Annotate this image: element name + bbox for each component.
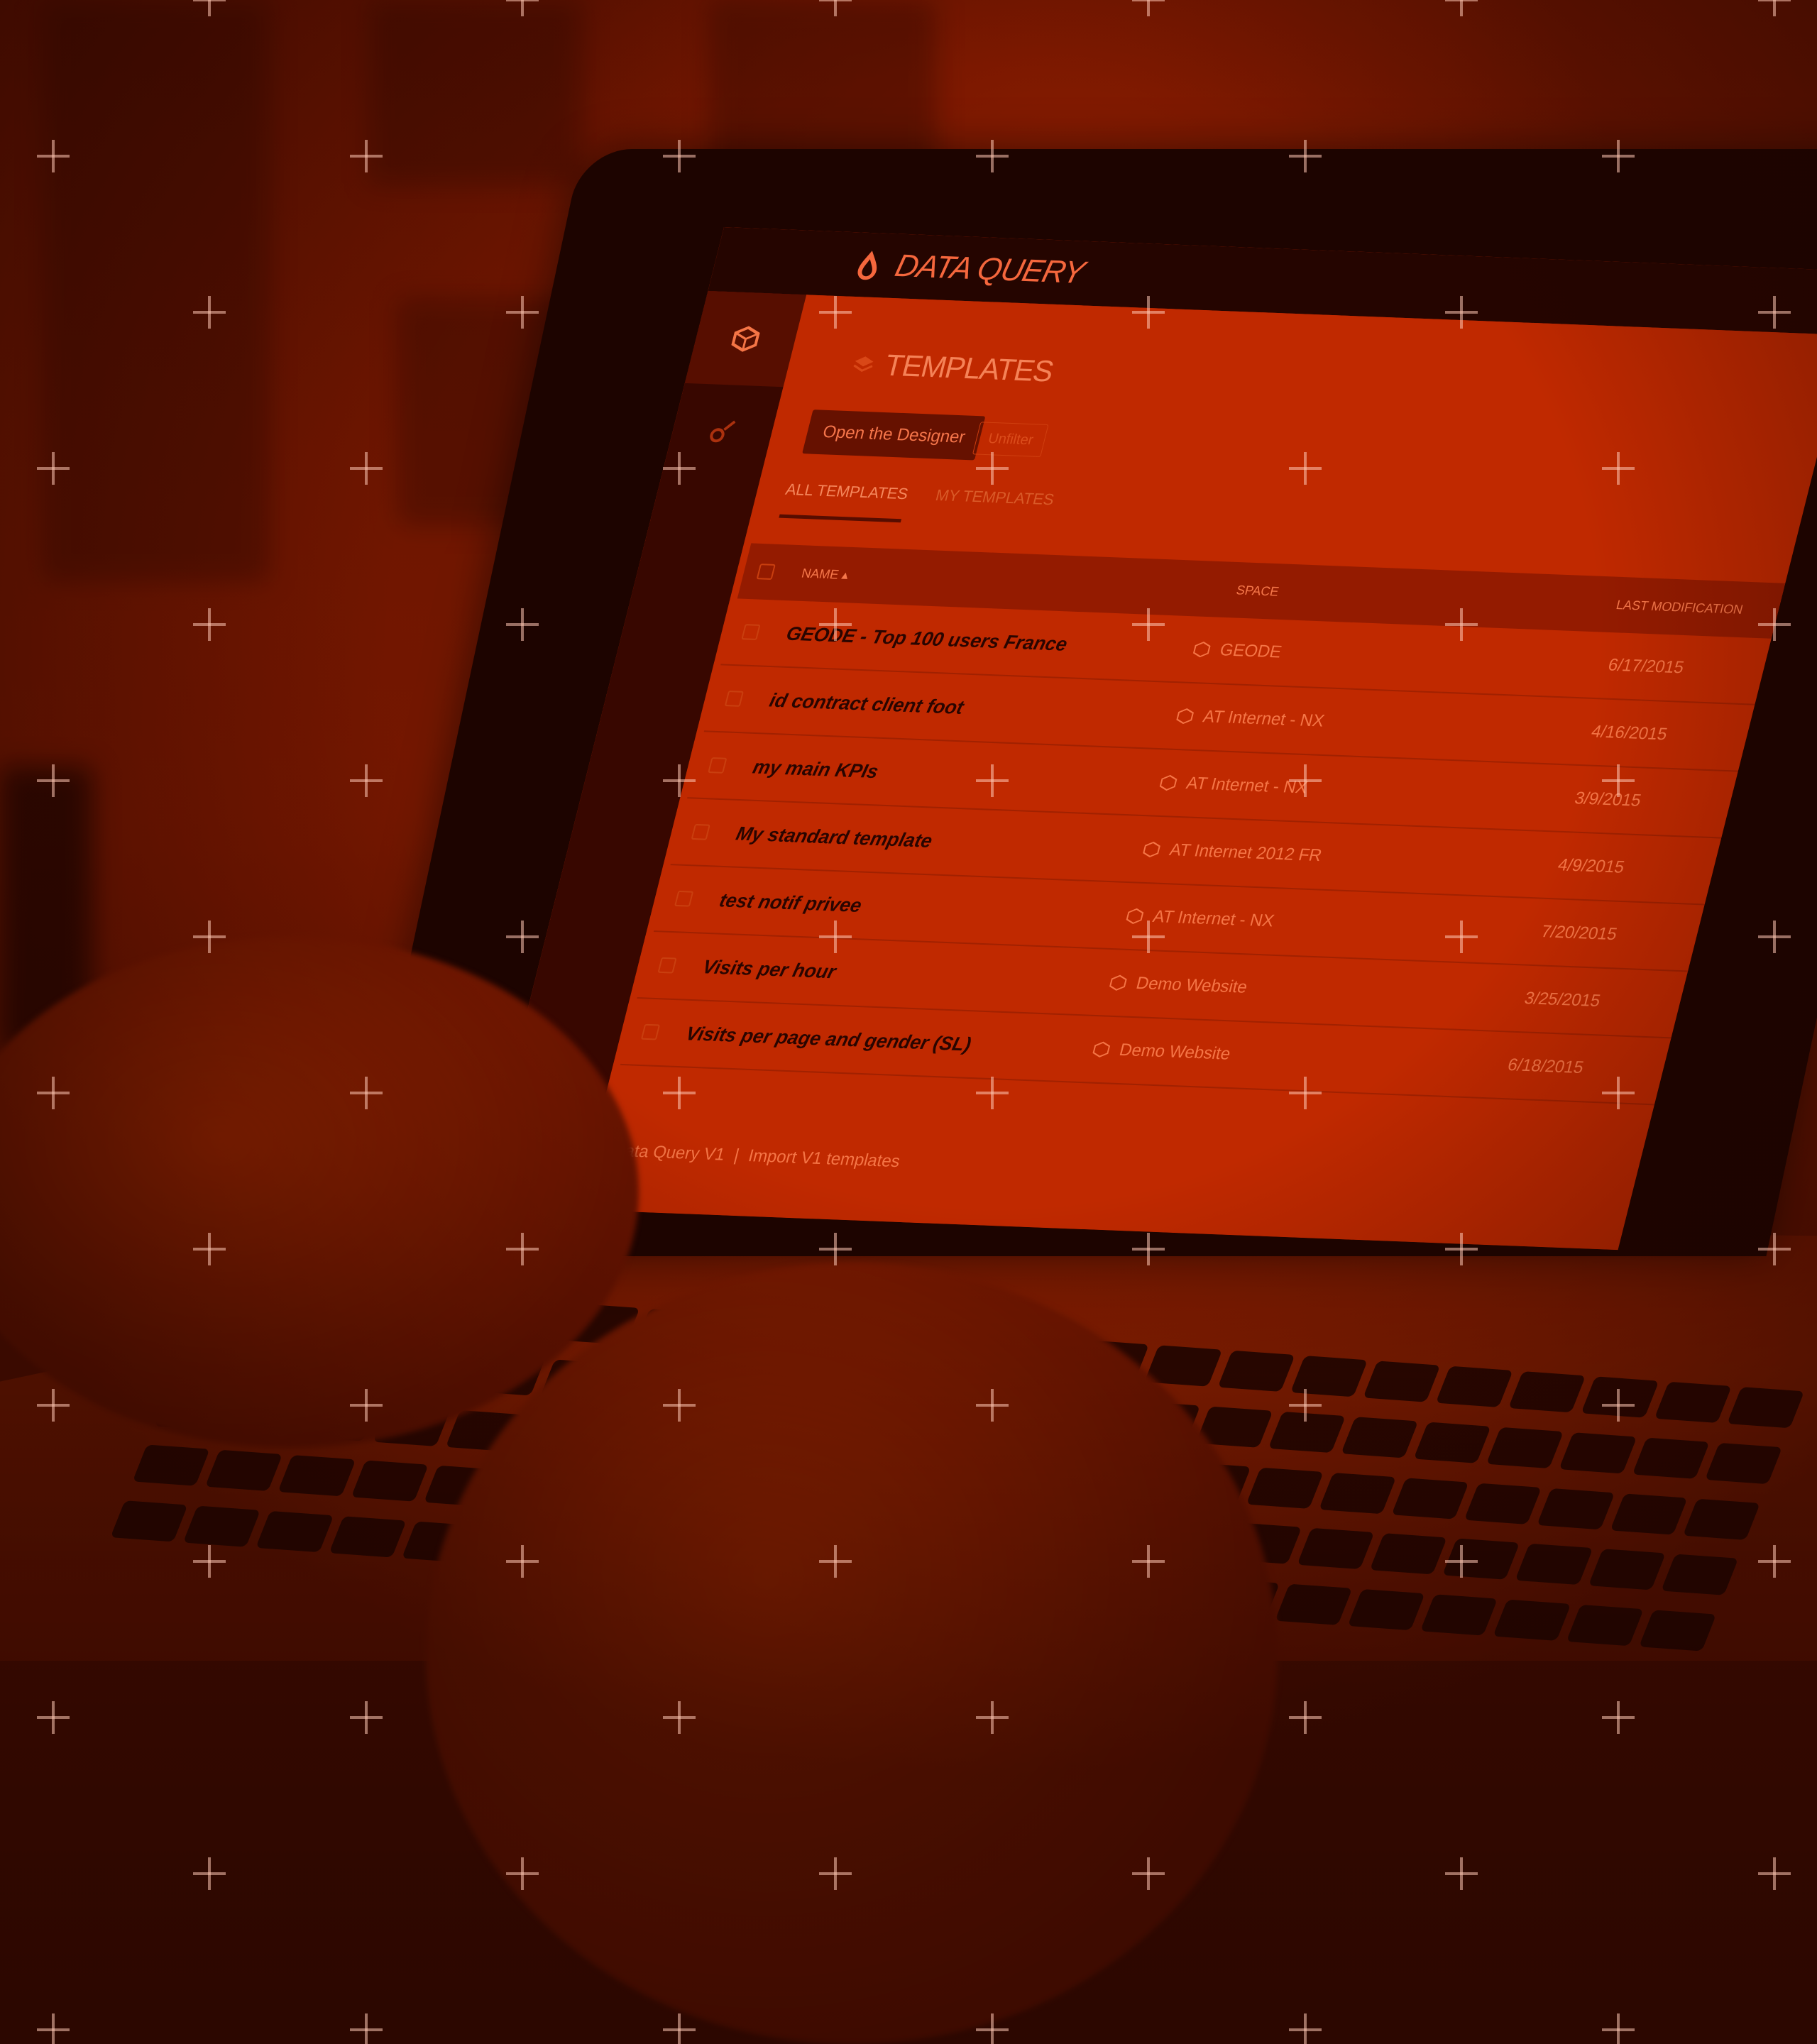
keyboard-key bbox=[1246, 1467, 1324, 1509]
cube-icon bbox=[731, 326, 760, 352]
row-name[interactable]: id contract client foot bbox=[767, 689, 966, 719]
keyboard-key bbox=[1297, 1528, 1375, 1570]
row-date: 6/18/2015 bbox=[1505, 1055, 1586, 1078]
row-date: 3/9/2015 bbox=[1572, 789, 1644, 811]
keyboard-key bbox=[1632, 1437, 1710, 1479]
row-checkbox[interactable] bbox=[691, 823, 710, 840]
keyboard-key bbox=[1391, 1477, 1470, 1520]
drop-logo-icon bbox=[857, 251, 877, 280]
page-title-text: TEMPLATES bbox=[881, 348, 1057, 388]
keyboard-key bbox=[110, 1500, 188, 1542]
keyboard-key bbox=[1610, 1493, 1688, 1535]
keyboard-key bbox=[1369, 1533, 1447, 1575]
keyboard-key bbox=[1537, 1488, 1615, 1529]
keyboard-key bbox=[1363, 1361, 1441, 1402]
column-header-space[interactable]: SPACE bbox=[1235, 583, 1280, 599]
keyboard-key bbox=[1654, 1381, 1732, 1423]
row-checkbox[interactable] bbox=[741, 624, 761, 640]
app-title: DATA QUERY bbox=[891, 248, 1088, 290]
keyboard-key bbox=[256, 1511, 334, 1553]
row-space: Demo Website bbox=[1107, 972, 1249, 997]
keyboard-key bbox=[1290, 1356, 1368, 1397]
space-cube-icon bbox=[1192, 642, 1211, 658]
tab-all-templates[interactable]: ALL TEMPLATES bbox=[779, 480, 911, 523]
row-space: AT Internet - NX bbox=[1124, 906, 1276, 931]
keyboard-key bbox=[1268, 1411, 1346, 1453]
photo-scene: DATA QUERY TEMPLATES Open the Designer U… bbox=[0, 0, 1817, 2044]
footer-separator: | bbox=[732, 1145, 742, 1165]
keyboard-key bbox=[1275, 1583, 1353, 1626]
keyboard-key bbox=[1486, 1427, 1564, 1468]
keyboard-key bbox=[132, 1444, 210, 1487]
row-space: AT Internet - NX bbox=[1174, 706, 1327, 732]
keyboard-key bbox=[1566, 1605, 1644, 1647]
row-space: Demo Website bbox=[1090, 1039, 1233, 1064]
background-frame bbox=[369, 0, 582, 185]
keyboard-key bbox=[1588, 1549, 1666, 1590]
column-header-last-modification[interactable]: LAST MODIFICATION bbox=[1615, 598, 1745, 617]
space-cube-icon bbox=[1126, 908, 1144, 924]
tools-icon bbox=[710, 420, 736, 443]
keyboard-key bbox=[328, 1516, 407, 1558]
open-designer-button[interactable]: Open the Designer bbox=[802, 410, 986, 461]
space-cube-icon bbox=[1176, 708, 1194, 725]
row-space: AT Internet - NX bbox=[1158, 773, 1310, 798]
keyboard-key bbox=[1508, 1371, 1586, 1413]
row-checkbox[interactable] bbox=[640, 1023, 661, 1040]
keyboard-key bbox=[1442, 1538, 1520, 1581]
space-cube-icon bbox=[1092, 1041, 1111, 1057]
row-date: 7/20/2015 bbox=[1539, 922, 1620, 945]
keyboard-key bbox=[1559, 1432, 1637, 1474]
keyboard-key bbox=[1217, 1350, 1295, 1392]
keyboard-key bbox=[1464, 1483, 1542, 1524]
row-space: AT Internet 2012 FR bbox=[1141, 839, 1324, 866]
page-title: TEMPLATES bbox=[849, 347, 1057, 389]
row-name[interactable]: test notif privee bbox=[717, 889, 864, 917]
keyboard-key bbox=[1347, 1589, 1425, 1631]
keyboard-key bbox=[1319, 1472, 1397, 1514]
tab-bar: ALL TEMPLATES MY TEMPLATES bbox=[779, 480, 1056, 529]
right-hand bbox=[426, 1263, 1278, 2044]
row-name[interactable]: my main KPIs bbox=[750, 756, 881, 783]
row-date: 4/9/2015 bbox=[1556, 855, 1627, 877]
keyboard-key bbox=[1493, 1599, 1571, 1642]
space-cube-icon bbox=[1159, 774, 1178, 791]
row-date: 3/25/2015 bbox=[1522, 988, 1603, 1011]
keyboard-key bbox=[204, 1450, 283, 1492]
keyboard-key bbox=[1435, 1366, 1514, 1407]
row-date: 4/16/2015 bbox=[1589, 722, 1669, 744]
import-v1-templates-link[interactable]: Import V1 templates bbox=[746, 1146, 902, 1172]
row-checkbox[interactable] bbox=[657, 957, 677, 974]
space-cube-icon bbox=[1109, 974, 1127, 991]
row-checkbox[interactable] bbox=[724, 691, 745, 707]
background-shelf bbox=[43, 0, 270, 582]
row-name[interactable]: GEODE - Top 100 users France bbox=[784, 622, 1070, 655]
keyboard-key bbox=[278, 1455, 356, 1497]
templates-icon bbox=[853, 356, 874, 372]
column-header-name[interactable]: NAME ▴ bbox=[800, 566, 850, 583]
templates-table: NAME ▴ SPACE LAST MODIFICATION GEODE - T… bbox=[620, 543, 1786, 1106]
keyboard-key bbox=[1413, 1422, 1492, 1463]
keyboard-key bbox=[1420, 1594, 1498, 1636]
keyboard-key bbox=[1515, 1544, 1593, 1586]
row-name[interactable]: My standard template bbox=[734, 823, 935, 852]
row-name[interactable]: Visits per hour bbox=[701, 956, 838, 983]
unfilter-button[interactable]: Unfilter bbox=[972, 422, 1049, 458]
footer-links: Data Query V1 | Import V1 templates bbox=[610, 1141, 902, 1172]
keyboard-key bbox=[1581, 1376, 1659, 1418]
row-checkbox[interactable] bbox=[674, 890, 694, 907]
keyboard-key bbox=[1341, 1416, 1419, 1458]
row-date: 6/17/2015 bbox=[1605, 655, 1686, 678]
tab-my-templates[interactable]: MY TEMPLATES bbox=[929, 486, 1056, 528]
space-cube-icon bbox=[1143, 841, 1160, 858]
keyboard-key bbox=[182, 1505, 261, 1547]
keyboard-key bbox=[351, 1460, 429, 1502]
row-space: GEODE bbox=[1191, 639, 1283, 663]
row-name[interactable]: Visits per page and gender (SL) bbox=[684, 1023, 973, 1055]
row-checkbox[interactable] bbox=[708, 757, 728, 774]
select-all-checkbox[interactable] bbox=[756, 564, 776, 581]
